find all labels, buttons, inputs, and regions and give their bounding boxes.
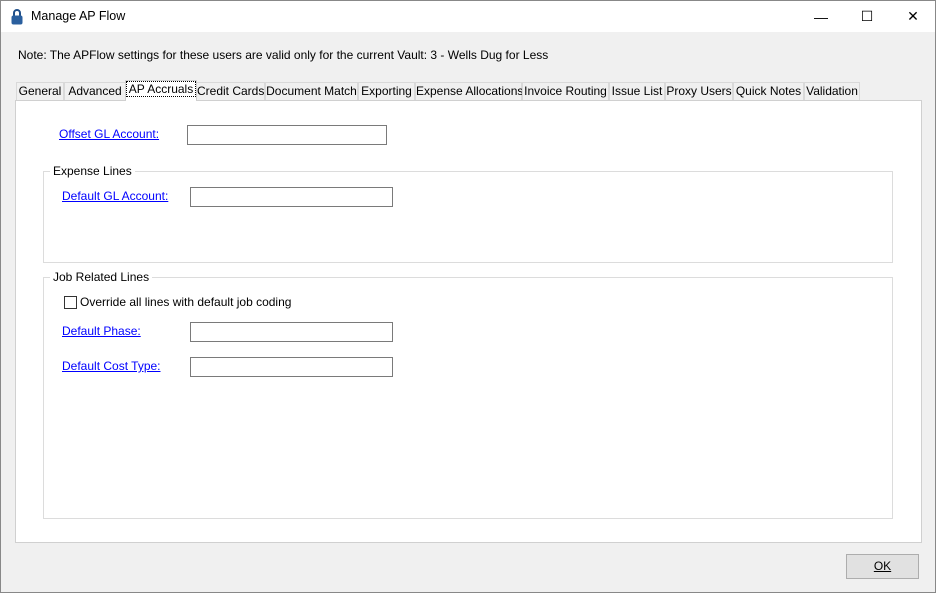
- expense-lines-group: Expense Lines Default GL Account:: [43, 164, 893, 263]
- tab-advanced[interactable]: Advanced: [64, 82, 126, 101]
- job-lines-title: Job Related Lines: [50, 270, 153, 284]
- tab-credit-cards[interactable]: Credit Cards: [196, 82, 265, 101]
- default-cost-type-link[interactable]: Default Cost Type:: [62, 359, 161, 373]
- tab-document-match[interactable]: Document Match: [265, 82, 358, 101]
- default-gl-link[interactable]: Default GL Account:: [62, 189, 168, 203]
- tab-invoice-routing[interactable]: Invoice Routing: [522, 82, 609, 101]
- default-gl-input[interactable]: [190, 187, 393, 207]
- maximize-button[interactable]: ☐: [844, 1, 890, 32]
- default-cost-type-input[interactable]: [190, 357, 393, 377]
- tab-exporting[interactable]: Exporting: [358, 82, 415, 101]
- tab-ap-accruals[interactable]: AP Accruals: [125, 80, 197, 101]
- tab-issue-list[interactable]: Issue List: [609, 82, 665, 101]
- tab-panel: Offset GL Account: Expense Lines Default…: [15, 100, 922, 543]
- default-phase-input[interactable]: [190, 322, 393, 342]
- window-title: Manage AP Flow: [31, 9, 126, 23]
- offset-gl-link[interactable]: Offset GL Account:: [59, 127, 159, 141]
- tab-general[interactable]: General: [16, 82, 64, 101]
- job-lines-group: Job Related Lines Override all lines wit…: [43, 270, 893, 519]
- ok-button[interactable]: OK: [846, 554, 919, 579]
- tab-quick-notes[interactable]: Quick Notes: [733, 82, 804, 101]
- lock-icon: [11, 9, 23, 25]
- close-button[interactable]: ✕: [890, 1, 936, 32]
- tab-proxy-users[interactable]: Proxy Users: [665, 82, 733, 101]
- vault-note: Note: The APFlow settings for these user…: [18, 48, 549, 62]
- default-phase-link[interactable]: Default Phase:: [62, 324, 141, 338]
- tab-validation[interactable]: Validation: [804, 82, 860, 101]
- override-label: Override all lines with default job codi…: [80, 295, 292, 309]
- minimize-button[interactable]: —: [798, 1, 844, 32]
- title-bar: Manage AP Flow — ☐ ✕: [1, 1, 935, 32]
- tab-expense-allocations[interactable]: Expense Allocations: [415, 82, 523, 101]
- override-checkbox[interactable]: [64, 296, 77, 309]
- offset-gl-input[interactable]: [187, 125, 387, 145]
- expense-lines-title: Expense Lines: [50, 164, 135, 178]
